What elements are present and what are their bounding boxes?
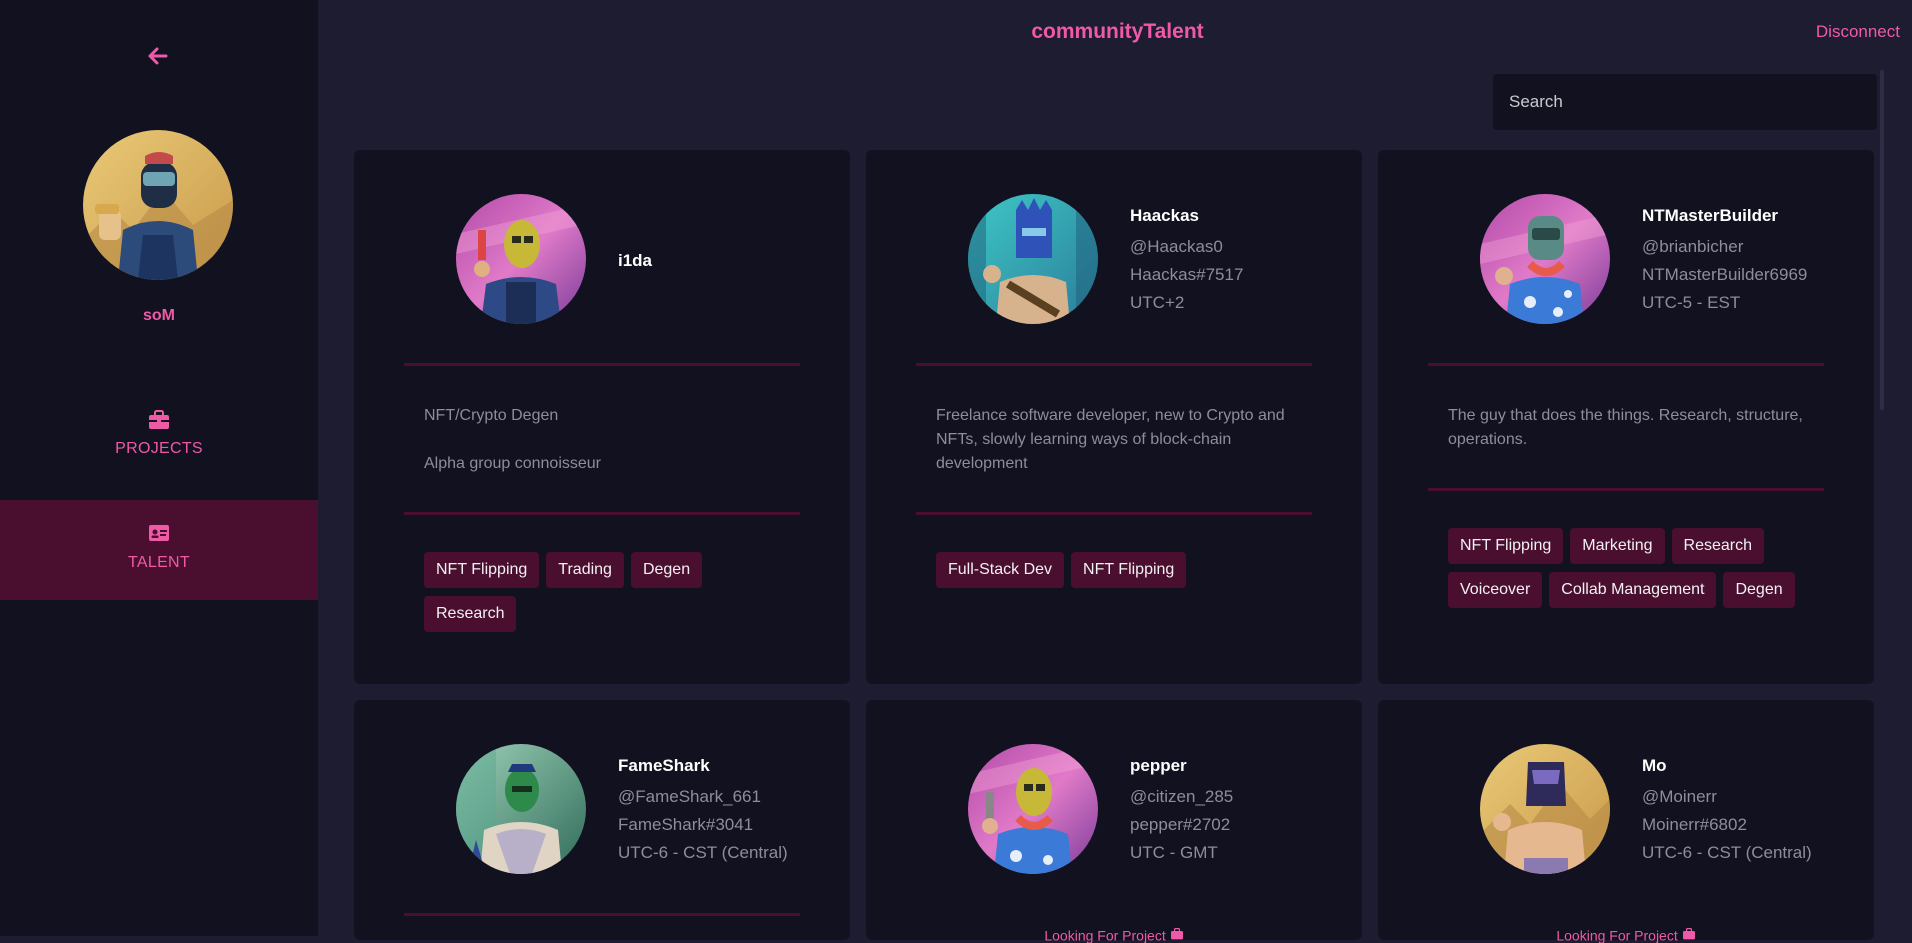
skill-tag: Research [1671,528,1765,564]
status-label: Looking For Project [1044,927,1166,943]
talent-discord: FameShark#3041 [618,815,754,834]
scrollbar[interactable] [1880,70,1884,410]
skill-tag: NFT Flipping [1071,552,1187,588]
talent-name: FameShark [618,756,710,775]
talent-name: i1da [618,251,653,270]
card-info: i1da [618,251,652,278]
divider [404,512,800,515]
talent-timezone: UTC+2 [1130,293,1185,312]
talent-timezone: UTC-6 - CST (Central) [1642,843,1812,862]
card-info: Mo @Moinerr Moinerr#6802 UTC-6 - CST (Ce… [1642,756,1812,867]
skill-tag: Voiceover [1448,572,1543,608]
tag-list: Full-Stack Dev NFT Flipping [936,552,1316,588]
skill-tag: Collab Management [1549,572,1717,608]
card-info: FameShark @FameShark_661 FameShark#3041 … [618,756,788,867]
nav-talent[interactable]: TALENT [0,500,318,600]
profile-name: soM [143,307,175,324]
nav-projects-label: PROJECTS [115,440,203,457]
talent-card[interactable]: pepper @citizen_285 pepper#2702 UTC - GM… [866,700,1362,943]
skill-tag: Trading [546,552,624,588]
skill-tag: Marketing [1570,528,1665,564]
disconnect-button[interactable]: Disconnect [1816,22,1900,42]
avatar [456,744,586,874]
talent-name: pepper [1130,756,1187,775]
sidebar: soM PROJECTS TALENT [0,0,318,936]
briefcase-icon [1682,927,1696,943]
talent-timezone: UTC-5 - EST [1642,293,1741,312]
talent-timezone: UTC - GMT [1130,843,1218,862]
skill-tag: NFT Flipping [1448,528,1564,564]
avatar [968,194,1098,324]
talent-card[interactable]: Haackas @Haackas0 Haackas#7517 UTC+2 Fre… [866,150,1362,684]
divider [916,363,1312,366]
divider [1428,488,1824,491]
talent-card[interactable]: FameShark @FameShark_661 FameShark#3041 … [354,700,850,940]
talent-bio: NFT/Crypto Degen Alpha group connoisseur [424,404,794,500]
talent-bio: Freelance software developer, new to Cry… [936,404,1306,500]
avatar [968,744,1098,874]
talent-handle: @brianbicher [1642,237,1744,256]
briefcase-icon [148,410,170,430]
card-info: pepper @citizen_285 pepper#2702 UTC - GM… [1130,756,1233,867]
talent-discord: pepper#2702 [1130,815,1231,834]
divider [404,913,800,916]
skill-tag: NFT Flipping [424,552,540,588]
talent-handle: @citizen_285 [1130,787,1234,806]
back-arrow-icon[interactable] [146,44,170,68]
skill-tag: Degen [1723,572,1795,608]
divider [916,512,1312,515]
bio-line: The guy that does the things. Research, … [1448,407,1803,448]
nav-projects[interactable]: PROJECTS [0,390,318,490]
skill-tag: Full-Stack Dev [936,552,1065,588]
tag-list: NFT Flipping Marketing Research Voiceove… [1448,528,1808,608]
talent-name: NTMasterBuilder [1642,206,1779,225]
talent-handle: @FameShark_661 [618,787,761,806]
app-title: communityTalent [1031,20,1204,43]
talent-card[interactable]: NTMasterBuilder @brianbicher NTMasterBui… [1378,150,1874,684]
talent-discord: Moinerr#6802 [1642,815,1747,834]
status-label: Looking For Project [1556,927,1678,943]
card-info: NTMasterBuilder @brianbicher NTMasterBui… [1642,206,1807,317]
card-info: Haackas @Haackas0 Haackas#7517 UTC+2 [1130,206,1243,317]
talent-name: Mo [1642,756,1667,775]
divider [1428,363,1824,366]
id-card-icon [148,524,170,544]
talent-bio: The guy that does the things. Research, … [1448,404,1818,476]
avatar [1480,744,1610,874]
skill-tag: Research [424,596,517,632]
talent-card[interactable]: i1da NFT/Crypto Degen Alpha group connoi… [354,150,850,684]
talent-handle: @Haackas0 [1130,237,1223,256]
divider [404,363,800,366]
talent-discord: Haackas#7517 [1130,265,1244,284]
search-input[interactable] [1493,74,1877,130]
skill-tag: Degen [630,552,703,588]
looking-for-project-status: Looking For Project [1378,926,1874,943]
talent-handle: @Moinerr [1642,787,1717,806]
bio-line: Freelance software developer, new to Cry… [936,407,1285,472]
nav-talent-label: TALENT [128,554,190,571]
profile-avatar[interactable] [83,130,233,280]
talent-card[interactable]: Mo @Moinerr Moinerr#6802 UTC-6 - CST (Ce… [1378,700,1874,943]
talent-discord: NTMasterBuilder6969 [1642,265,1808,284]
briefcase-icon [1170,927,1184,943]
talent-timezone: UTC-6 - CST (Central) [618,843,788,862]
avatar [456,194,586,324]
talent-name: Haackas [1130,206,1200,225]
tag-list: NFT Flipping Trading Degen Research [424,552,724,632]
avatar [1480,194,1610,324]
bio-line: NFT/Crypto Degen [424,407,559,424]
looking-for-project-status: Looking For Project [866,926,1362,943]
bio-line: Alpha group connoisseur [424,455,602,472]
